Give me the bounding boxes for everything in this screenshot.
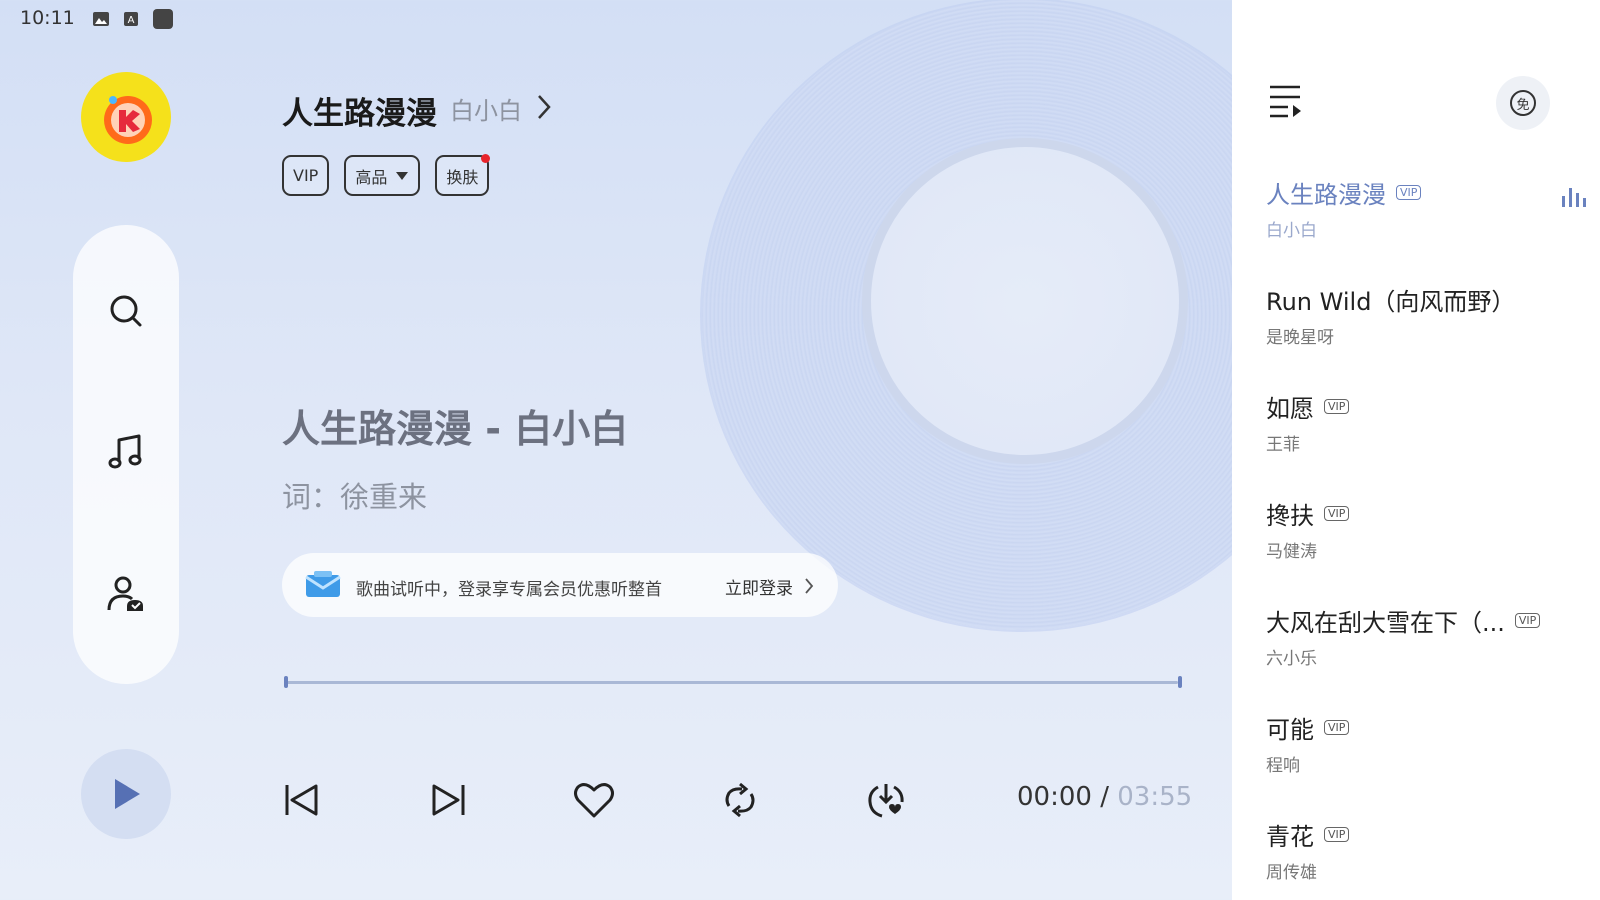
time-separator: / [1091, 782, 1118, 812]
sidebar-nav [73, 225, 179, 684]
quality-dropdown[interactable]: 高品 [344, 155, 421, 196]
song-artist[interactable]: 白小白 [450, 91, 522, 126]
playlist-track[interactable]: 可能 VIP 程响 [1266, 707, 1586, 799]
skin-button[interactable]: 换肤 [435, 154, 491, 196]
progress-handle[interactable] [284, 676, 288, 688]
a-icon: A [124, 12, 138, 26]
next-icon [432, 784, 465, 816]
vip-badge: VIP [1396, 184, 1422, 200]
login-now-link[interactable]: 立即登录 [725, 574, 793, 599]
track-artist: 程响 [1266, 756, 1300, 776]
current-time: 00:00 [1017, 782, 1092, 812]
svg-text:A: A [128, 15, 135, 26]
lyric-line-sub: 词：徐重来 [282, 480, 428, 514]
sidebar-item-user[interactable] [73, 565, 179, 625]
time-display: 00:00 / 03:55 [1017, 782, 1192, 812]
track-title: 如愿 [1266, 394, 1314, 423]
free-label: 免 [1516, 97, 1530, 113]
chevron-right-icon [805, 578, 814, 594]
tag-row: VIP 高品 换肤 [282, 154, 491, 196]
track-artist: 白小白 [1266, 221, 1317, 241]
login-banner[interactable]: 歌曲试听中，登录享专属会员优惠听整首 立即登录 [282, 553, 838, 617]
chevron-right-icon[interactable] [536, 94, 552, 120]
repeat-button[interactable] [718, 778, 762, 822]
playlist-track[interactable]: 如愿 VIP 王菲 [1266, 386, 1586, 478]
lyric-line-main: 人生路漫漫 - 白小白 [282, 407, 629, 451]
vip-badge: VIP [1324, 398, 1350, 414]
track-title: Run Wild（向风而野） [1266, 287, 1516, 316]
song-title: 人生路漫漫 [282, 96, 437, 132]
music-note-icon [108, 434, 142, 469]
equalizer-icon [1562, 188, 1586, 207]
playlist-track[interactable]: 青花 VIP 周传雄 [1266, 814, 1586, 900]
play-icon [115, 779, 140, 809]
vip-tag[interactable]: VIP [282, 155, 330, 196]
next-button[interactable] [427, 778, 471, 822]
vip-badge: VIP [1324, 719, 1350, 735]
status-time: 10:11 [20, 7, 75, 29]
progress-track[interactable] [286, 681, 1178, 684]
logo-icon [104, 96, 152, 144]
vip-badge: VIP [1324, 505, 1350, 521]
playlist-track[interactable]: 人生路漫漫 VIP 白小白 [1266, 172, 1586, 264]
download-icon [868, 784, 904, 818]
prev-icon [285, 784, 318, 816]
playlist-track[interactable]: Run Wild（向风而野） 是晚星呀 [1266, 279, 1586, 371]
vip-badge: VIP [1324, 826, 1350, 842]
playlist-track[interactable]: 搀扶 VIP 马健涛 [1266, 493, 1586, 585]
favorite-button[interactable] [572, 778, 616, 822]
track-artist: 六小乐 [1266, 649, 1317, 669]
search-icon [110, 295, 142, 327]
track-artist: 周传雄 [1266, 863, 1317, 883]
sidebar-item-music[interactable] [73, 422, 179, 482]
track-title: 可能 [1266, 715, 1314, 744]
banner-text: 歌曲试听中，登录享专属会员优惠听整首 [356, 580, 662, 600]
app-square-icon [153, 9, 173, 29]
track-title: 搀扶 [1266, 501, 1314, 530]
play-button[interactable] [81, 749, 171, 839]
repeat-icon [725, 782, 755, 818]
track-title: 青花 [1266, 822, 1314, 851]
image-icon [93, 12, 109, 26]
user-icon [107, 576, 143, 611]
total-time: 03:55 [1117, 782, 1193, 812]
playlist-queue-icon[interactable] [1268, 84, 1304, 118]
caret-down-icon [396, 171, 409, 180]
track-title: 大风在刮大雪在下（... [1266, 608, 1505, 637]
notification-dot [481, 154, 491, 163]
heart-icon [574, 783, 614, 818]
vinyl-label [862, 138, 1188, 464]
track-artist: 王菲 [1266, 435, 1300, 455]
playlist-panel: 免 人生路漫漫 VIP 白小白 Run Wild（向风而野） 是晚星呀 如愿 V… [1232, 0, 1600, 900]
track-title: 人生路漫漫 [1266, 180, 1386, 209]
app-logo[interactable] [81, 72, 171, 162]
track-artist: 马健涛 [1266, 542, 1317, 562]
mail-icon [305, 571, 341, 597]
sidebar-item-search[interactable] [73, 281, 179, 341]
vip-badge: VIP [1514, 612, 1541, 628]
previous-button[interactable] [279, 778, 323, 822]
download-button[interactable] [864, 778, 908, 822]
free-mode-button[interactable]: 免 [1496, 76, 1550, 130]
playlist-track[interactable]: 大风在刮大雪在下（... VIP 六小乐 [1266, 600, 1586, 692]
progress-end-marker [1178, 676, 1182, 688]
track-artist: 是晚星呀 [1266, 328, 1334, 348]
